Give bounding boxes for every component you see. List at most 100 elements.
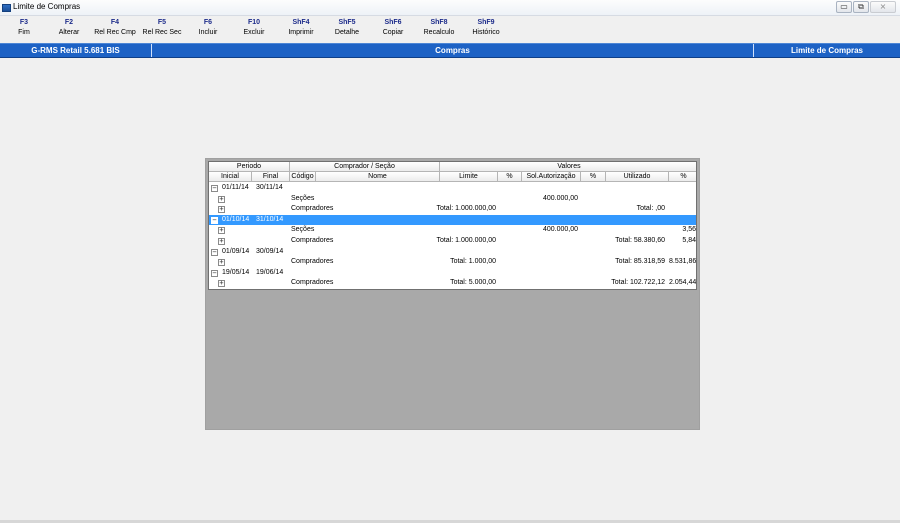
cell-sol-autorizacao <box>521 236 578 247</box>
fkey-code: F6 <box>203 19 213 26</box>
collapse-icon[interactable]: − <box>211 216 218 224</box>
expand-icon[interactable]: + <box>218 259 225 267</box>
expand-icon[interactable]: + <box>218 280 225 288</box>
collapse-icon[interactable]: − <box>211 248 218 256</box>
table-row-period[interactable]: − 01/09/14 30/09/14 <box>209 247 696 258</box>
collapse-icon[interactable]: − <box>211 269 218 277</box>
table-row-child[interactable]: + Compradores Total: 1.000.000,00 Total:… <box>209 236 696 247</box>
group-header-valores: Valores <box>440 162 696 172</box>
fkey-label: Histórico <box>472 29 500 36</box>
fkey-detalhe-button[interactable]: ShF5 Detalhe <box>321 18 373 39</box>
column-header-final[interactable]: Final <box>252 172 290 182</box>
cell-final: 31/10/14 <box>256 215 284 223</box>
fkey-label: Alterar <box>58 29 80 36</box>
limits-tree-grid[interactable]: Periodo Comprador / Seção Valores Inicia… <box>208 161 697 290</box>
close-button[interactable]: ⨯ <box>870 1 896 13</box>
table-row-child[interactable]: + Seções 400.000,00 3,56 <box>209 225 696 236</box>
fkey-code: F10 <box>247 19 261 26</box>
app-icon <box>2 4 11 12</box>
table-row-period[interactable]: − 19/05/14 19/06/14 <box>209 268 696 279</box>
cell-nome: Compradores <box>291 237 334 244</box>
column-header-limite-pct[interactable]: % <box>498 172 522 182</box>
table-row-period[interactable]: − 01/11/14 30/11/14 <box>209 183 696 194</box>
cell-final: 19/06/14 <box>256 268 284 276</box>
column-header-sol-pct[interactable]: % <box>581 172 606 182</box>
fkey-alterar-button[interactable]: F2 Alterar <box>43 18 95 39</box>
fkey-label: Rel Rec Sec <box>142 29 182 36</box>
cell-utilizado-pct: 5,84 <box>682 237 696 244</box>
cell-inicial: 01/10/14 <box>222 215 250 223</box>
fkey-historico-button[interactable]: ShF9 Histórico <box>460 18 512 39</box>
cell-sol-autorizacao <box>521 278 578 289</box>
cell-utilizado-pct: 8.531,86 <box>669 258 696 266</box>
fkey-label: Rel Rec Cmp <box>94 29 136 36</box>
fkey-label: Incluir <box>198 29 218 36</box>
column-header-codigo[interactable]: Código <box>290 172 316 182</box>
fkey-recalculo-button[interactable]: ShF8 Recalculo <box>413 18 465 39</box>
column-header-nome[interactable]: Nome <box>316 172 440 182</box>
expand-icon[interactable]: + <box>218 238 225 245</box>
table-row-child[interactable]: + Compradores Total: 1.000,00 Total: 85.… <box>209 257 696 268</box>
cell-nome: Compradores <box>291 279 334 287</box>
collapse-icon[interactable]: − <box>211 185 218 192</box>
module-header-bar: G-RMS Retail 5.681 BIS Compras Limite de… <box>0 43 900 58</box>
cell-nome: Seções <box>291 194 315 202</box>
expand-icon[interactable]: + <box>218 227 225 235</box>
cell-sol-autorizacao <box>521 204 578 215</box>
window-title: Limite de Compras <box>13 2 81 11</box>
fkey-label: Imprimir <box>288 29 314 36</box>
fkey-label: Recalculo <box>423 29 455 36</box>
table-row-child[interactable]: + Compradores Total: 1.000.000,00 Total:… <box>209 204 696 215</box>
grid-empty-area <box>208 292 697 427</box>
fkey-code: F2 <box>64 19 74 26</box>
cell-sol-autorizacao <box>521 257 578 268</box>
fkey-code: ShF4 <box>292 19 310 26</box>
function-key-toolbar: F3 Fim F2 Alterar F4 Rel Rec Cmp F5 Rel … <box>0 16 900 42</box>
fkey-incluir-button[interactable]: F6 Incluir <box>182 18 234 39</box>
limits-grid-panel: Periodo Comprador / Seção Valores Inicia… <box>205 158 700 430</box>
column-header-utilizado[interactable]: Utilizado <box>606 172 669 182</box>
expand-icon[interactable]: + <box>218 195 225 203</box>
cell-limite <box>435 194 496 205</box>
column-header-inicial[interactable]: Inicial <box>209 172 252 182</box>
cell-limite <box>435 225 496 236</box>
cell-inicial: 01/11/14 <box>222 184 249 191</box>
table-row-child[interactable]: + Seções 400.000,00 <box>209 194 696 205</box>
column-header-sol-autorizacao[interactable]: Sol.Autorização <box>522 172 581 182</box>
fkey-excluir-button[interactable]: F10 Excluir <box>228 18 280 39</box>
cell-limite: Total: 1.000,00 <box>450 258 496 266</box>
fkey-copiar-button[interactable]: ShF6 Copiar <box>367 18 419 39</box>
cell-sol-autorizacao: 400.000,00 <box>542 194 578 202</box>
cell-nome: Seções <box>291 226 315 234</box>
cell-inicial: 19/05/14 <box>222 268 250 276</box>
cell-utilizado: Total: 58.380,60 <box>615 237 665 244</box>
fkey-rel-rec-cmp-button[interactable]: F4 Rel Rec Cmp <box>89 18 141 39</box>
cell-utilizado-pct: 3,56 <box>682 226 696 234</box>
cell-nome: Compradores <box>291 205 334 213</box>
fkey-code: ShF9 <box>477 19 495 26</box>
table-row-period-selected[interactable]: − 01/10/14 31/10/14 <box>209 214 696 226</box>
cell-nome: Compradores <box>291 258 334 266</box>
cell-utilizado: Total: 102.722,12 <box>611 279 665 287</box>
cell-utilizado-pct: 2.054,44 <box>669 279 696 287</box>
screen-name-label: Limite de Compras <box>790 46 863 55</box>
group-header-periodo: Periodo <box>209 162 290 172</box>
column-header-utilizado-pct[interactable]: % <box>669 172 696 182</box>
fkey-imprimir-button[interactable]: ShF4 Imprimir <box>275 18 327 39</box>
group-header-comprador: Comprador / Seção <box>290 162 440 172</box>
fkey-code: ShF5 <box>338 19 356 26</box>
minimize-button[interactable]: ▭ <box>836 1 852 13</box>
window-titlebar: Limite de Compras ▭ ⧉ ⨯ <box>0 0 900 16</box>
fkey-code: ShF8 <box>430 19 448 26</box>
cell-sol-autorizacao: 400.000,00 <box>542 226 578 234</box>
expand-icon[interactable]: + <box>218 206 225 214</box>
restore-button[interactable]: ⧉ <box>853 1 869 13</box>
fkey-code: F4 <box>110 19 120 26</box>
fkey-label: Copiar <box>382 29 404 36</box>
cell-final: 30/09/14 <box>256 247 284 255</box>
column-header-limite[interactable]: Limite <box>440 172 498 182</box>
table-row-child[interactable]: + Compradores Total: 5.000,00 Total: 102… <box>209 278 696 289</box>
fkey-code: F5 <box>157 19 167 26</box>
cell-utilizado: Total: 85.318,59 <box>615 258 665 266</box>
fkey-rel-rec-sec-button[interactable]: F5 Rel Rec Sec <box>136 18 188 39</box>
